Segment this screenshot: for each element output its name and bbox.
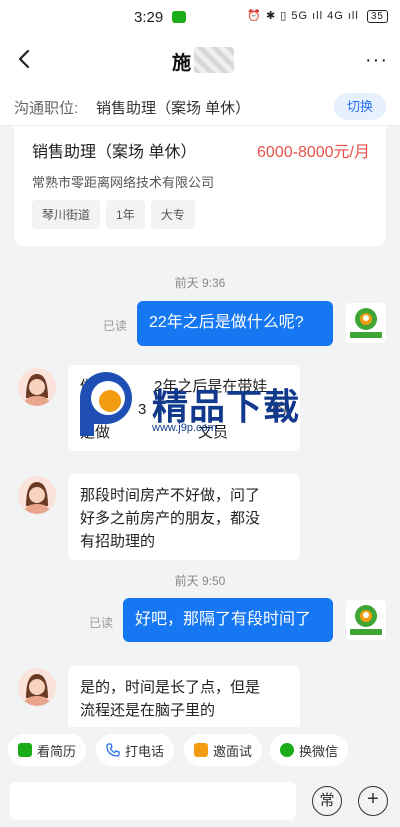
message-line: 好多之前房产的朋友，都没 bbox=[80, 510, 261, 527]
resume-icon bbox=[18, 743, 32, 757]
message-timestamp: 前天 9:36 bbox=[174, 276, 226, 290]
message-line: 流程还是在脑子里的 bbox=[80, 702, 216, 719]
job-card[interactable]: 销售助理（案场 单休） 6000-8000元/月 常熟市零距离网络技术有限公司 … bbox=[14, 126, 386, 246]
contact-message-bubble[interactable]: 是的，时间是长了点，但是 流程还是在脑子里的 bbox=[68, 666, 300, 727]
company-logo-icon bbox=[350, 605, 382, 635]
invite-interview-button[interactable]: 邀面试 bbox=[184, 734, 263, 766]
contact-message-bubble[interactable]: 那段时间房产不好做，问了 好多之前房产的朋友，都没 有招助理的 bbox=[68, 474, 300, 560]
call-label: 打电话 bbox=[125, 743, 165, 759]
my-message-bubble[interactable]: 好吧，那隔了有段时间了 bbox=[123, 598, 333, 642]
job-tag-education: 大专 bbox=[150, 200, 195, 229]
position-label: 沟通职位: bbox=[14, 100, 79, 117]
phone-icon bbox=[106, 743, 120, 757]
plus-button[interactable]: + bbox=[358, 786, 388, 816]
watermark-url: www.j9p.com bbox=[152, 422, 217, 434]
quick-action-bar: 看简历 打电话 邀面试 换微信 bbox=[0, 727, 400, 773]
chat-header: 施 ··· bbox=[0, 34, 400, 86]
more-options-icon[interactable]: ··· bbox=[365, 49, 388, 72]
view-resume-button[interactable]: 看简历 bbox=[8, 734, 87, 766]
common-phrases-button[interactable]: 常 bbox=[312, 786, 342, 816]
message-line: 那段时间房产不好做，问了 bbox=[80, 487, 261, 504]
my-avatar[interactable] bbox=[346, 600, 386, 640]
job-tag-location: 琴川街道 bbox=[32, 200, 101, 229]
message-input[interactable] bbox=[10, 782, 296, 820]
wechat-notification-icon bbox=[172, 11, 186, 23]
woman-avatar-icon bbox=[18, 476, 56, 514]
read-status: 已读 bbox=[103, 319, 128, 333]
my-message-bubble[interactable]: 22年之后是做什么呢? bbox=[137, 301, 333, 346]
position-value: 销售助理（案场 单休） bbox=[96, 100, 251, 117]
message-timestamp: 前天 9:50 bbox=[174, 574, 226, 588]
battery-icon: 35 bbox=[366, 10, 388, 23]
job-company: 常熟市零距离网络技术有限公司 bbox=[32, 175, 215, 190]
wechat-icon bbox=[280, 743, 294, 757]
job-tags: 琴川街道 1年 大专 bbox=[32, 200, 195, 229]
message-line: 有招助理的 bbox=[80, 533, 156, 550]
company-logo-icon bbox=[350, 308, 382, 338]
contact-name: 施 bbox=[172, 53, 192, 74]
watermark-logo-icon bbox=[80, 372, 132, 436]
job-salary: 6000-8000元/月 bbox=[257, 144, 370, 161]
woman-avatar-icon bbox=[18, 368, 56, 406]
exchange-wechat-button[interactable]: 换微信 bbox=[270, 734, 349, 766]
contact-avatar[interactable] bbox=[18, 368, 56, 406]
name-privacy-mask bbox=[194, 47, 234, 73]
invite-interview-label: 邀面试 bbox=[213, 743, 253, 759]
switch-position-button[interactable]: 切换 bbox=[334, 93, 386, 120]
status-icons: ⏰ ✱ ▯ 5G ıll 4G ıll 35 bbox=[247, 9, 388, 23]
my-avatar[interactable] bbox=[346, 303, 386, 343]
position-bar: 沟通职位: 销售助理（案场 单休） 切换 bbox=[0, 86, 400, 126]
job-title: 销售助理（案场 单休） bbox=[32, 144, 197, 161]
contact-avatar[interactable] bbox=[18, 476, 56, 514]
call-button[interactable]: 打电话 bbox=[96, 734, 175, 766]
read-status: 已读 bbox=[89, 616, 114, 630]
message-line: 是的，时间是长了点，但是 bbox=[80, 679, 261, 696]
woman-avatar-icon bbox=[18, 668, 56, 706]
status-time: 3:29 bbox=[134, 9, 164, 26]
input-bar: 常 + bbox=[0, 773, 400, 827]
calendar-icon bbox=[194, 743, 208, 757]
job-tag-experience: 1年 bbox=[106, 200, 145, 229]
contact-avatar[interactable] bbox=[18, 668, 56, 706]
exchange-wechat-label: 换微信 bbox=[299, 743, 339, 759]
status-bar: 3:29 ⏰ ✱ ▯ 5G ıll 4G ıll 35 bbox=[0, 0, 400, 34]
watermark: 精品下载 www.j9p.com bbox=[72, 368, 332, 438]
signal-icons: ⏰ ✱ ▯ 5G ıll 4G ıll bbox=[247, 10, 359, 22]
view-resume-label: 看简历 bbox=[37, 743, 77, 759]
back-arrow-icon[interactable] bbox=[14, 48, 36, 70]
